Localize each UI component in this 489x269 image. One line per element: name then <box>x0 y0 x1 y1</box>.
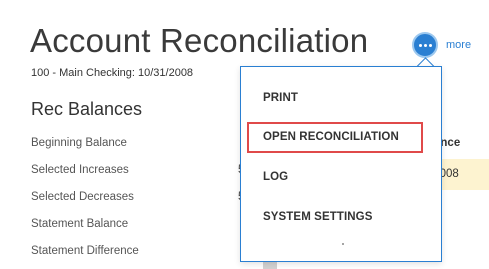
balance-label: Selected Decreases <box>31 191 134 203</box>
balance-row-statement-balance: Statement Balance 0. <box>31 218 270 234</box>
menu-item-system-settings[interactable]: SYSTEM SETTINGS <box>263 211 373 223</box>
menu-divider-dot <box>342 243 344 245</box>
balance-row-beginning: Beginning Balance 0. <box>31 137 270 153</box>
more-dropdown-menu: PRINT OPEN RECONCILIATION LOG SYSTEM SET… <box>240 66 442 262</box>
page-title: Account Reconciliation <box>30 22 369 59</box>
balance-label: Beginning Balance <box>31 137 127 149</box>
menu-item-print[interactable]: PRINT <box>263 92 298 104</box>
balance-label: Statement Difference <box>31 245 139 257</box>
more-menu-toggle[interactable]: more <box>412 32 471 58</box>
more-icon[interactable] <box>412 32 438 58</box>
balance-row-selected-increases: Selected Increases 5,500. <box>31 164 270 180</box>
balance-row-statement-difference: Statement Difference -500. <box>31 245 270 261</box>
account-subtitle: 100 - Main Checking: 10/31/2008 <box>31 67 194 79</box>
menu-item-log[interactable]: LOG <box>263 171 288 183</box>
menu-item-open-reconciliation[interactable]: OPEN RECONCILIATION <box>247 122 423 153</box>
balance-label: Selected Increases <box>31 164 129 176</box>
more-label[interactable]: more <box>446 39 471 51</box>
rec-balances-title: Rec Balances <box>31 99 143 119</box>
balance-label: Statement Balance <box>31 218 129 230</box>
balance-row-selected-decreases: Selected Decreases 5,000. <box>31 191 270 207</box>
